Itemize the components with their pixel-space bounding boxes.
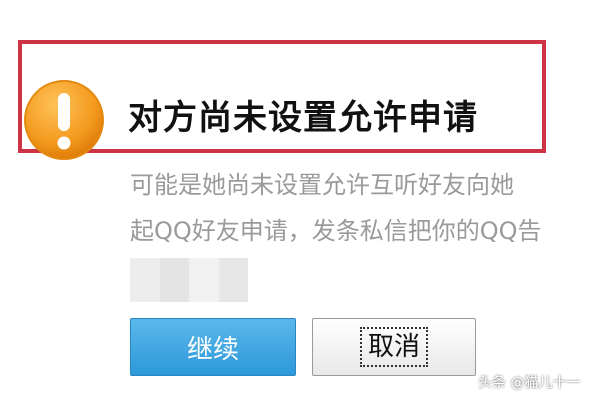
warning-icon <box>23 79 105 161</box>
cancel-button-label: 取消 <box>359 327 428 367</box>
message-line: 可能是她尚未设置允许互听好友向她 <box>130 171 514 199</box>
message-line: 起QQ好友申请，发条私信把你的QQ告 <box>130 217 542 245</box>
blurred-qq-number <box>130 258 248 302</box>
continue-button[interactable]: 继续 <box>130 318 296 376</box>
watermark: 头条 @猫儿十一 <box>478 375 581 391</box>
cancel-button[interactable]: 取消 <box>312 318 476 376</box>
dialog-message: 可能是她尚未设置允许互听好友向她 起QQ好友申请，发条私信把你的QQ告 <box>130 162 600 254</box>
dialog-title: 对方尚未设置允许申请 <box>128 98 478 138</box>
